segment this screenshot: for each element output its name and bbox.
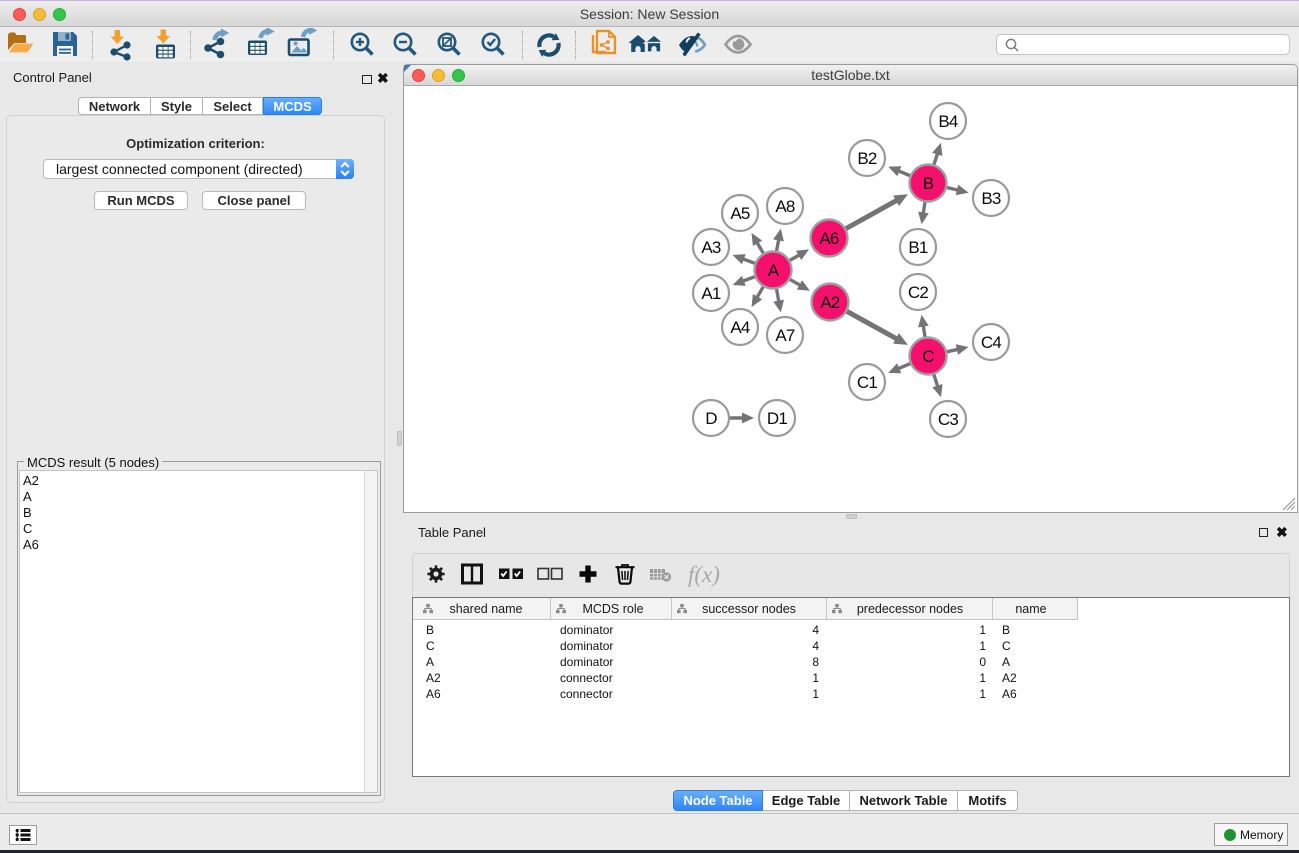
svg-text:A6: A6 (1002, 687, 1017, 701)
svg-text:connector: connector (560, 671, 613, 685)
svg-text:A8: A8 (775, 197, 795, 216)
svg-text:D: D (705, 409, 717, 428)
svg-text:A6: A6 (819, 229, 839, 248)
svg-text:B2: B2 (857, 149, 877, 168)
svg-text:B4: B4 (938, 112, 958, 131)
svg-text:8: 8 (812, 655, 819, 669)
svg-text:B1: B1 (908, 238, 928, 257)
svg-text:successor nodes: successor nodes (702, 602, 796, 616)
svg-text:dominator: dominator (560, 655, 613, 669)
svg-text:1: 1 (979, 687, 986, 701)
svg-text:A2: A2 (820, 293, 840, 312)
svg-text:MCDS role: MCDS role (582, 602, 643, 616)
svg-text:A: A (1002, 655, 1010, 669)
svg-text:A: A (768, 261, 780, 280)
svg-text:B: B (923, 174, 934, 193)
svg-text:1: 1 (979, 671, 986, 685)
svg-text:C: C (426, 639, 435, 653)
svg-text:C1: C1 (857, 373, 877, 392)
svg-text:dominator: dominator (560, 639, 613, 653)
svg-text:1: 1 (812, 671, 819, 685)
svg-text:name: name (1015, 602, 1046, 616)
svg-text:A7: A7 (775, 326, 795, 345)
svg-text:dominator: dominator (560, 623, 613, 637)
svg-text:connector: connector (560, 687, 613, 701)
svg-text:shared name: shared name (450, 602, 523, 616)
svg-text:1: 1 (979, 623, 986, 637)
svg-text:A2: A2 (1002, 671, 1017, 685)
svg-text:A3: A3 (701, 238, 721, 257)
svg-text:A4: A4 (730, 318, 750, 337)
svg-text:D1: D1 (767, 409, 787, 428)
svg-text:A: A (426, 655, 434, 669)
svg-text:predecessor nodes: predecessor nodes (857, 602, 963, 616)
svg-text:A1: A1 (701, 284, 721, 303)
svg-text:C2: C2 (908, 283, 928, 302)
svg-text:C: C (922, 347, 934, 366)
svg-text:B3: B3 (981, 189, 1001, 208)
svg-text:C4: C4 (981, 333, 1001, 352)
svg-text:A6: A6 (426, 687, 441, 701)
svg-text:4: 4 (812, 639, 819, 653)
svg-text:1: 1 (812, 687, 819, 701)
svg-text:B: B (426, 623, 434, 637)
svg-text:C3: C3 (938, 410, 958, 429)
svg-text:A5: A5 (730, 204, 750, 223)
svg-text:0: 0 (979, 655, 986, 669)
svg-text:B: B (1002, 623, 1010, 637)
svg-text:1: 1 (979, 639, 986, 653)
svg-text:A2: A2 (426, 671, 441, 685)
svg-text:C: C (1002, 639, 1011, 653)
svg-text:f(x): f(x) (688, 562, 720, 587)
svg-text:4: 4 (812, 623, 819, 637)
